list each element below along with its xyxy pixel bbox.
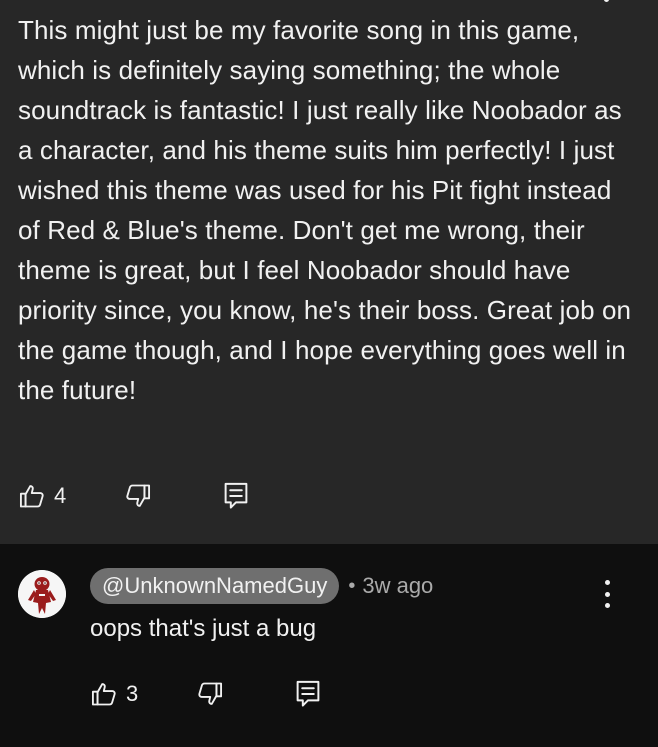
like-button[interactable]: 4 <box>18 482 66 510</box>
thumbs-up-icon <box>18 482 46 510</box>
reply-icon <box>294 679 322 709</box>
reply-header: @UnknownNamedGuy • 3w ago <box>90 568 433 604</box>
thumbs-up-icon <box>90 680 118 708</box>
reply-text: oops that's just a bug <box>90 615 317 642</box>
like-count: 4 <box>54 483 67 508</box>
comment-text: This might just be my favorite song in t… <box>18 15 632 405</box>
avatar[interactable] <box>18 570 66 618</box>
thumbs-down-icon <box>196 680 224 708</box>
highlighted-comment: This might just be my favorite song in t… <box>0 0 658 544</box>
clipped-header-text <box>18 0 278 2</box>
dislike-button[interactable] <box>124 482 152 510</box>
timestamp[interactable]: 3w ago <box>362 573 433 599</box>
author-name[interactable]: @UnknownNamedGuy <box>90 568 340 604</box>
like-count: 3 <box>126 681 139 706</box>
reply-action-bar: 3 <box>90 679 322 709</box>
reply-icon <box>222 481 250 511</box>
like-button[interactable]: 3 <box>90 680 138 708</box>
more-options-button[interactable] <box>596 578 618 610</box>
meta-separator: • <box>348 574 356 597</box>
comments-page: This might just be my favorite song in t… <box>0 0 658 747</box>
more-vert-icon <box>604 580 610 585</box>
dislike-button[interactable] <box>196 680 224 708</box>
reply-button[interactable] <box>294 679 322 709</box>
more-vert-icon[interactable] <box>604 0 609 2</box>
comment-action-bar: 4 <box>18 481 250 511</box>
reply-button[interactable] <box>222 481 250 511</box>
thumbs-down-icon <box>124 482 152 510</box>
